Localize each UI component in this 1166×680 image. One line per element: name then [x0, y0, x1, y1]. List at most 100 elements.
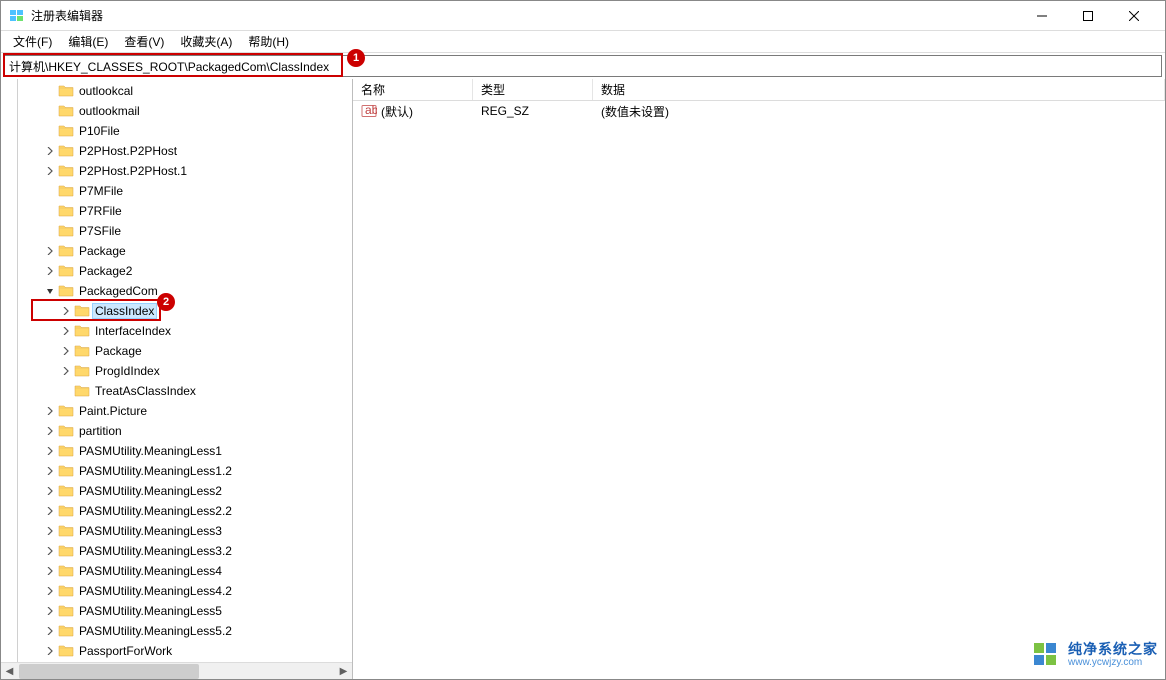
tree-label: PASMUtility.MeaningLess2.2 — [77, 504, 234, 518]
scroll-right-button[interactable]: ▶ — [335, 663, 352, 680]
tree-item-packagedcom[interactable]: PackagedCom — [3, 281, 352, 301]
tree-label: PASMUtility.MeaningLess3 — [77, 524, 224, 538]
expand-icon[interactable] — [43, 444, 57, 458]
tree-label: PASMUtility.MeaningLess4 — [77, 564, 224, 578]
tree-label: P7MFile — [77, 184, 125, 198]
expand-icon[interactable] — [43, 144, 57, 158]
tree-item-p7mfile[interactable]: P7MFile — [3, 181, 352, 201]
tree-label: partition — [77, 424, 124, 438]
tree-item-interfaceindex[interactable]: InterfaceIndex — [3, 321, 352, 341]
registry-tree[interactable]: outlookcaloutlookmailP10FileP2PHost.P2PH… — [1, 79, 352, 662]
annotation-callout-1: 1 — [347, 49, 365, 67]
tree-item-pasmutility-meaningless2-2[interactable]: PASMUtility.MeaningLess2.2 — [3, 501, 352, 521]
folder-icon — [58, 623, 74, 639]
tree-item-package[interactable]: Package — [3, 241, 352, 261]
expand-icon[interactable] — [43, 504, 57, 518]
folder-icon — [74, 343, 90, 359]
expand-icon[interactable] — [43, 604, 57, 618]
tree-item-package[interactable]: Package — [3, 341, 352, 361]
tree-item-progidindex[interactable]: ProgIdIndex — [3, 361, 352, 381]
tree-item-pasmutility-meaningless1-2[interactable]: PASMUtility.MeaningLess1.2 — [3, 461, 352, 481]
tree-item-p7rfile[interactable]: P7RFile — [3, 201, 352, 221]
folder-icon — [58, 283, 74, 299]
expand-icon[interactable] — [43, 484, 57, 498]
scroll-thumb[interactable] — [19, 664, 199, 679]
tree-item-outlookcal[interactable]: outlookcal — [3, 81, 352, 101]
column-header-type[interactable]: 类型 — [473, 79, 593, 100]
tree-item-pasmutility-meaningless2[interactable]: PASMUtility.MeaningLess2 — [3, 481, 352, 501]
tree-label: P7RFile — [77, 204, 124, 218]
expand-icon[interactable] — [43, 264, 57, 278]
tree-item-package2[interactable]: Package2 — [3, 261, 352, 281]
expand-icon[interactable] — [43, 624, 57, 638]
expand-icon[interactable] — [43, 564, 57, 578]
tree-label: Package2 — [77, 264, 134, 278]
tree-label: PASMUtility.MeaningLess4.2 — [77, 584, 234, 598]
tree-label: PASMUtility.MeaningLess1.2 — [77, 464, 234, 478]
menu-help[interactable]: 帮助(H) — [240, 31, 297, 52]
tree-item-pasmutility-meaningless4[interactable]: PASMUtility.MeaningLess4 — [3, 561, 352, 581]
expand-icon[interactable] — [43, 584, 57, 598]
address-bar[interactable]: 计算机\HKEY_CLASSES_ROOT\PackagedCom\ClassI… — [4, 55, 1162, 77]
tree-item-p2phost-p2phost[interactable]: P2PHost.P2PHost — [3, 141, 352, 161]
tree-item-pasmutility-meaningless1[interactable]: PASMUtility.MeaningLess1 — [3, 441, 352, 461]
tree-item-p7sfile[interactable]: P7SFile — [3, 221, 352, 241]
folder-icon — [74, 303, 90, 319]
collapse-icon[interactable] — [43, 284, 57, 298]
folder-icon — [58, 203, 74, 219]
annotation-callout-2: 2 — [157, 293, 175, 311]
svg-text:ab: ab — [365, 103, 377, 117]
maximize-button[interactable] — [1065, 1, 1111, 31]
menu-view[interactable]: 查看(V) — [116, 31, 172, 52]
tree-pane: outlookcaloutlookmailP10FileP2PHost.P2PH… — [1, 79, 353, 679]
tree-label: PASMUtility.MeaningLess2 — [77, 484, 224, 498]
folder-icon — [58, 83, 74, 99]
folder-icon — [58, 483, 74, 499]
column-header-data[interactable]: 数据 — [593, 79, 1165, 100]
tree-item-pasmutility-meaningless3-2[interactable]: PASMUtility.MeaningLess3.2 — [3, 541, 352, 561]
tree-item-partition[interactable]: partition — [3, 421, 352, 441]
expand-icon[interactable] — [43, 524, 57, 538]
column-header-name[interactable]: 名称 — [353, 79, 473, 100]
list-body[interactable]: ab(默认)REG_SZ(数值未设置) — [353, 101, 1165, 679]
folder-icon — [58, 503, 74, 519]
tree-item-paint-picture[interactable]: Paint.Picture — [3, 401, 352, 421]
expand-icon[interactable] — [43, 644, 57, 658]
expand-icon[interactable] — [43, 164, 57, 178]
expand-icon[interactable] — [43, 464, 57, 478]
menu-edit[interactable]: 编辑(E) — [60, 31, 116, 52]
app-icon — [9, 8, 25, 24]
close-button[interactable] — [1111, 1, 1157, 31]
expand-icon[interactable] — [43, 544, 57, 558]
registry-editor-window: 注册表编辑器 文件(F) 编辑(E) 查看(V) 收藏夹(A) 帮助(H) 计算… — [0, 0, 1166, 680]
tree-item-outlookmail[interactable]: outlookmail — [3, 101, 352, 121]
scroll-left-button[interactable]: ◀ — [1, 663, 18, 680]
menu-file[interactable]: 文件(F) — [5, 31, 60, 52]
tree-horizontal-scrollbar[interactable]: ◀ ▶ — [1, 662, 352, 679]
tree-item-treatasclassindex[interactable]: TreatAsClassIndex — [3, 381, 352, 401]
expand-icon[interactable] — [43, 424, 57, 438]
menu-favorites[interactable]: 收藏夹(A) — [172, 31, 240, 52]
list-header: 名称 类型 数据 — [353, 79, 1165, 101]
tree-item-passportforwork[interactable]: PassportForWork — [3, 641, 352, 661]
expand-icon[interactable] — [59, 324, 73, 338]
minimize-button[interactable] — [1019, 1, 1065, 31]
tree-item-pasmutility-meaningless3[interactable]: PASMUtility.MeaningLess3 — [3, 521, 352, 541]
tree-item-pasmutility-meaningless4-2[interactable]: PASMUtility.MeaningLess4.2 — [3, 581, 352, 601]
tree-item-pasmutility-meaningless5-2[interactable]: PASMUtility.MeaningLess5.2 — [3, 621, 352, 641]
tree-item-p10file[interactable]: P10File — [3, 121, 352, 141]
expand-icon[interactable] — [59, 304, 73, 318]
tree-item-classindex[interactable]: ClassIndex — [3, 301, 352, 321]
tree-item-pasmutility-meaningless5[interactable]: PASMUtility.MeaningLess5 — [3, 601, 352, 621]
tree-item-p2phost-p2phost-1[interactable]: P2PHost.P2PHost.1 — [3, 161, 352, 181]
address-path: 计算机\HKEY_CLASSES_ROOT\PackagedCom\ClassI… — [9, 58, 329, 75]
expand-icon[interactable] — [43, 404, 57, 418]
titlebar: 注册表编辑器 — [1, 1, 1165, 31]
menubar: 文件(F) 编辑(E) 查看(V) 收藏夹(A) 帮助(H) — [1, 31, 1165, 53]
expand-icon[interactable] — [59, 344, 73, 358]
cell-name: ab(默认) — [353, 103, 473, 120]
expand-icon[interactable] — [43, 244, 57, 258]
value-row[interactable]: ab(默认)REG_SZ(数值未设置) — [353, 101, 1165, 121]
expand-icon[interactable] — [59, 364, 73, 378]
scroll-track[interactable] — [18, 663, 335, 680]
